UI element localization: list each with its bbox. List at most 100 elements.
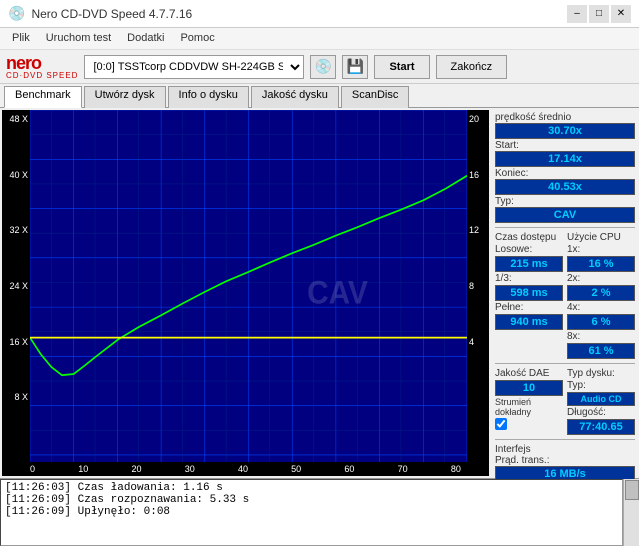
y-axis-right: 20 16 12 8 4 (467, 110, 489, 462)
toolbar: nero CD·DVD SPEED [0:0] TSSTcorp CDDVDW … (0, 50, 639, 84)
cpu-8x-label: 8x: (567, 331, 635, 342)
maximize-button[interactable]: □ (589, 5, 609, 23)
divider-2 (495, 363, 635, 364)
chart-plot: CAV (30, 110, 467, 462)
tab-scandisc[interactable]: ScanDisc (341, 86, 409, 108)
speed-type-value: CAV (495, 207, 635, 223)
access-title: Czas dostępu (495, 232, 563, 243)
window-title: Nero CD-DVD Speed 4.7.7.16 (31, 7, 192, 21)
y-right-blank (467, 392, 489, 402)
start-button[interactable]: Start (374, 55, 429, 79)
dae-section: Jakość DAE 10 Strumień dokładny Typ dysk… (495, 368, 635, 435)
x-70: 70 (398, 464, 408, 474)
app-icon: 💿 (8, 5, 25, 22)
speed-start-label: Start: (495, 140, 519, 151)
y-right-4: 4 (467, 337, 489, 347)
log-entry-0: [11:26:03] Czas ładowania: 1.16 s (5, 482, 618, 494)
x-10: 10 (78, 464, 88, 474)
nero-logo: nero (6, 54, 78, 72)
disc-col: Typ dysku: Typ: Audio CD Długość: 77:40.… (567, 368, 635, 435)
x-axis: 0 10 20 30 40 50 60 70 80 (2, 462, 489, 476)
divider-3 (495, 439, 635, 440)
y-right-12: 12 (467, 225, 489, 235)
log-content: [11:26:03] Czas ładowania: 1.16 s [11:26… (0, 479, 623, 546)
cpu-8x-value: 61 % (567, 343, 635, 359)
one-third-label: 1/3: (495, 273, 563, 284)
y-label-16: 16 X (2, 337, 30, 347)
close-button[interactable]: ✕ (611, 5, 631, 23)
y-label-32: 32 X (2, 225, 30, 235)
scrollbar-thumb (625, 480, 639, 500)
speed-type-row: Typ: (495, 196, 635, 207)
y-right-blank2 (467, 448, 489, 458)
y-label-8: 8 X (2, 392, 30, 402)
cpu-title: Użycie CPU (567, 232, 635, 243)
disc-type-sub: Typ: (567, 380, 635, 391)
cpu-col: Użycie CPU 1x: 16 % 2x: 2 % 4x: 6 % 8x: … (567, 232, 635, 359)
window-controls: – □ ✕ (567, 5, 631, 23)
tab-utworz[interactable]: Utwórz dysk (84, 86, 166, 108)
disc-length-label: Długość: (567, 407, 635, 418)
cpu-2x-label: 2x: (567, 273, 635, 284)
tab-jakosc[interactable]: Jakość dysku (251, 86, 339, 108)
dae-cols: Jakość DAE 10 Strumień dokładny Typ dysk… (495, 368, 635, 435)
minimize-button[interactable]: – (567, 5, 587, 23)
log-entry-1: [11:26:09] Czas rozpoznawania: 5.33 s (5, 494, 618, 506)
one-third-value: 598 ms (495, 285, 563, 301)
disc-length-value: 77:40.65 (567, 419, 635, 435)
disc-icon-button[interactable]: 💿 (310, 55, 336, 79)
x-40: 40 (238, 464, 248, 474)
drive-select[interactable]: [0:0] TSSTcorp CDDVDW SH-224GB SB00 (84, 55, 304, 79)
zakoncz-button[interactable]: Zakończ (436, 55, 508, 79)
log-scrollbar[interactable] (623, 479, 639, 546)
menu-dodatki[interactable]: Dodatki (119, 30, 172, 47)
tab-info[interactable]: Info o dysku (168, 86, 249, 108)
speed-start-row: Start: (495, 140, 635, 151)
save-icon-button[interactable]: 💾 (342, 55, 368, 79)
disc-type-label: Typ dysku: (567, 368, 635, 379)
x-80: 80 (451, 464, 461, 474)
log-area: [11:26:03] Czas ładowania: 1.16 s [11:26… (0, 478, 639, 546)
y-label-48: 48 X (2, 114, 30, 124)
speed-end-value: 40.53x (495, 179, 635, 195)
cpu-1x-value: 16 % (567, 256, 635, 272)
y-label-0 (2, 448, 30, 458)
title-bar-left: 💿 Nero CD-DVD Speed 4.7.7.16 (8, 5, 192, 22)
x-20: 20 (131, 464, 141, 474)
chart-with-axes: 48 X 40 X 32 X 24 X 16 X 8 X (2, 110, 489, 462)
cpu-4x-value: 6 % (567, 314, 635, 330)
chart-container: 48 X 40 X 32 X 24 X 16 X 8 X (2, 110, 489, 476)
speed-section: prędkość średnio 30.70x Start: 17.14x Ko… (495, 112, 635, 223)
tab-benchmark[interactable]: Benchmark (4, 86, 82, 108)
interface-title: Interfejs (495, 444, 635, 455)
dae-value: 10 (495, 380, 563, 396)
dae-stream-check-row (495, 418, 563, 430)
interface-section: Interfejs Prąd. trans.: 16 MB/s (495, 444, 635, 482)
access-section: Czas dostępu Losowe: 215 ms 1/3: 598 ms … (495, 232, 635, 359)
title-bar: 💿 Nero CD-DVD Speed 4.7.7.16 – □ ✕ (0, 0, 639, 28)
y-right-8: 8 (467, 281, 489, 291)
menu-pomoc[interactable]: Pomoc (172, 30, 222, 47)
speed-avg-value: 30.70x (495, 123, 635, 139)
x-0: 0 (30, 464, 35, 474)
interface-speed-label: Prąd. trans.: (495, 455, 635, 466)
menu-uruchom[interactable]: Uruchom test (38, 30, 119, 47)
speed-end-row: Koniec: (495, 168, 635, 179)
speed-end-label: Koniec: (495, 168, 528, 179)
y-label-40: 40 X (2, 170, 30, 180)
menu-plik[interactable]: Plik (4, 30, 38, 47)
cpu-2x-value: 2 % (567, 285, 635, 301)
y-right-20: 20 (467, 114, 489, 124)
dae-stream-checkbox[interactable] (495, 418, 507, 430)
log-entry-2: [11:26:09] Upłynęło: 0:08 (5, 506, 618, 518)
access-col-left: Czas dostępu Losowe: 215 ms 1/3: 598 ms … (495, 232, 563, 359)
random-label: Losowe: (495, 244, 563, 255)
divider-1 (495, 227, 635, 228)
access-cols: Czas dostępu Losowe: 215 ms 1/3: 598 ms … (495, 232, 635, 359)
y-axis-left: 48 X 40 X 32 X 24 X 16 X 8 X (2, 110, 30, 462)
tabs-bar: Benchmark Utwórz dysk Info o dysku Jakoś… (0, 84, 639, 108)
dae-title: Jakość DAE (495, 368, 563, 379)
dae-col: Jakość DAE 10 Strumień dokładny (495, 368, 563, 435)
nero-logo-block: nero CD·DVD SPEED (6, 54, 78, 80)
y-label-24: 24 X (2, 281, 30, 291)
